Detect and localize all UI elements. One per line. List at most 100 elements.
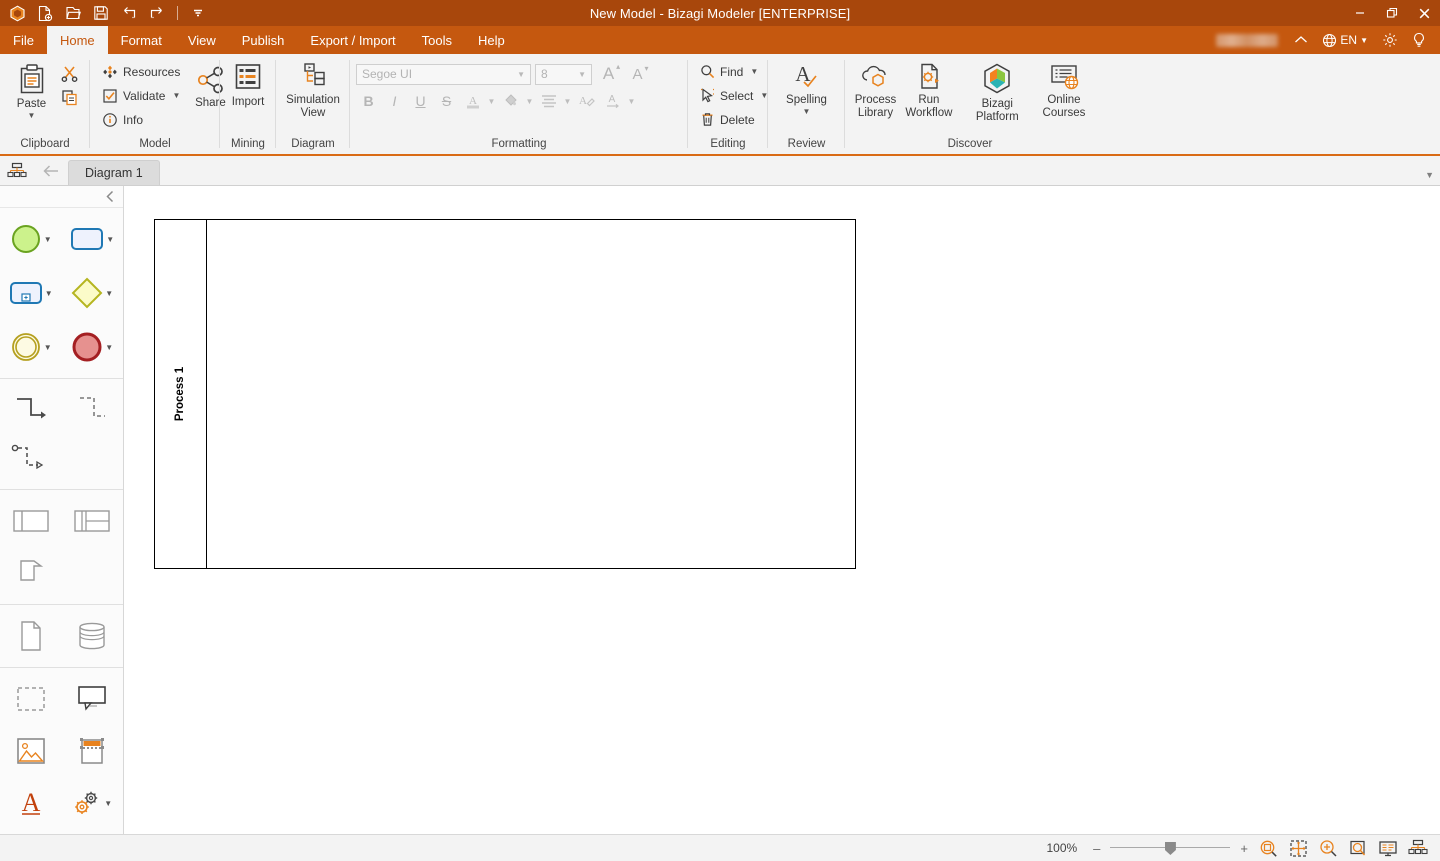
zoom-slider[interactable] [1110, 841, 1230, 855]
spelling-dropdown-caret[interactable]: ▼ [803, 108, 811, 115]
gateway-tool[interactable]: ▼ [63, 270, 121, 316]
font-color-button[interactable]: A [460, 89, 485, 113]
back-button[interactable] [34, 156, 68, 185]
menu-item-export-import[interactable]: Export / Import [297, 26, 408, 54]
undo-icon[interactable] [116, 2, 142, 24]
chevron-down-icon[interactable]: ▼ [105, 343, 113, 352]
tab-overflow-caret[interactable]: ▼ [1425, 170, 1434, 180]
chevron-down-icon[interactable]: ▼ [45, 289, 53, 298]
user-account-badge[interactable] [1216, 34, 1278, 47]
settings-button[interactable] [1376, 28, 1404, 52]
message-flow-tool[interactable] [2, 435, 60, 481]
zoom-in-icon-button[interactable] [1314, 836, 1342, 860]
paste-button[interactable]: Paste ▼ [8, 58, 56, 120]
open-icon[interactable] [60, 2, 86, 24]
data-object-tool[interactable] [2, 613, 60, 659]
diagram-view-button[interactable] [1404, 836, 1432, 860]
fit-to-window-button[interactable] [1284, 836, 1312, 860]
menu-item-file[interactable]: File [0, 26, 47, 54]
strikethrough-button[interactable]: S [434, 89, 459, 113]
find-dropdown-caret[interactable]: ▼ [750, 67, 758, 76]
pool-process-1[interactable]: Process 1 [154, 219, 856, 569]
align-button[interactable] [536, 89, 561, 113]
start-event-tool[interactable]: ▼ [2, 216, 60, 262]
validate-button[interactable]: Validate ▼ [96, 84, 186, 107]
group-tool[interactable] [2, 676, 60, 722]
zoom-out-button[interactable]: – [1089, 841, 1104, 856]
sequence-flow-tool[interactable] [2, 387, 60, 433]
chevron-down-icon[interactable]: ▼ [104, 799, 112, 808]
bizagi-platform-button[interactable]: Bizagi Platform [958, 58, 1037, 125]
validate-dropdown-caret[interactable]: ▼ [172, 91, 180, 100]
delete-button[interactable]: Delete [694, 108, 774, 131]
chevron-down-icon[interactable]: ▼ [105, 289, 113, 298]
header-artifact-tool[interactable] [63, 728, 121, 774]
fill-color-button[interactable] [498, 89, 523, 113]
subprocess-tool[interactable]: ▼ [2, 270, 60, 316]
font-color-caret[interactable]: ▼ [486, 97, 497, 106]
menu-item-format[interactable]: Format [108, 26, 175, 54]
language-selector[interactable]: EN ▼ [1316, 28, 1374, 52]
zoom-to-selection-button[interactable] [1254, 836, 1282, 860]
spelling-button[interactable]: A Spelling ▼ [779, 58, 834, 116]
import-button[interactable]: Import [226, 58, 270, 110]
bizagi-logo-icon[interactable] [4, 2, 30, 24]
text-direction-button[interactable]: A [600, 89, 625, 113]
diagram-canvas[interactable]: Process 1 [124, 186, 1440, 834]
save-icon[interactable] [88, 2, 114, 24]
copy-button[interactable] [56, 86, 83, 109]
close-button[interactable] [1408, 0, 1440, 26]
data-store-tool[interactable] [63, 613, 121, 659]
lane-tool[interactable] [2, 550, 60, 596]
grow-font-button[interactable]: A▴ [596, 62, 621, 86]
new-icon[interactable] [32, 2, 58, 24]
minimize-button[interactable] [1344, 0, 1376, 26]
menu-item-view[interactable]: View [175, 26, 229, 54]
custom-artifacts-tool[interactable]: ▼ [63, 780, 121, 826]
palette-collapse-button[interactable] [0, 186, 123, 208]
document-tab-diagram-1[interactable]: Diagram 1 [68, 160, 160, 185]
zoom-region-button[interactable] [1344, 836, 1372, 860]
zoom-in-button[interactable]: + [1236, 841, 1252, 856]
italic-button[interactable]: I [382, 89, 407, 113]
tips-button[interactable] [1406, 28, 1432, 52]
task-tool[interactable]: ▼ [63, 216, 121, 262]
chevron-down-icon[interactable]: ▼ [106, 235, 114, 244]
fill-color-caret[interactable]: ▼ [524, 97, 535, 106]
lane-milestone-tool[interactable] [63, 498, 121, 544]
clear-format-button[interactable]: A [574, 89, 599, 113]
resources-button[interactable]: Resources [96, 60, 186, 83]
cut-button[interactable] [56, 62, 83, 85]
chevron-down-icon[interactable]: ▼ [44, 343, 52, 352]
bold-button[interactable]: B [356, 89, 381, 113]
intermediate-event-tool[interactable]: ▼ [2, 324, 60, 370]
collapse-ribbon-button[interactable] [1288, 28, 1314, 52]
menu-item-publish[interactable]: Publish [229, 26, 298, 54]
zoom-slider-thumb[interactable] [1165, 842, 1176, 855]
font-size-select[interactable]: 8 ▼ [535, 64, 592, 85]
run-workflow-button[interactable]: Run Workflow [902, 58, 956, 121]
restore-button[interactable] [1376, 0, 1408, 26]
pool-body[interactable] [207, 220, 855, 568]
process-library-button[interactable]: Process Library [851, 58, 900, 121]
find-button[interactable]: Find ▼ [694, 60, 774, 83]
presentation-view-button[interactable] [1374, 836, 1402, 860]
annotation-tool[interactable] [63, 676, 121, 722]
image-tool[interactable] [2, 728, 60, 774]
diagram-view-toggle[interactable] [0, 156, 34, 185]
font-family-select[interactable]: Segoe UI ▼ [356, 64, 531, 85]
pool-header[interactable]: Process 1 [155, 220, 207, 568]
chevron-down-icon[interactable]: ▼ [514, 70, 528, 79]
customize-qat-icon[interactable] [185, 2, 211, 24]
align-caret[interactable]: ▼ [562, 97, 573, 106]
menu-item-tools[interactable]: Tools [409, 26, 465, 54]
text-direction-caret[interactable]: ▼ [626, 97, 637, 106]
menu-item-help[interactable]: Help [465, 26, 518, 54]
text-tool[interactable]: A [2, 780, 60, 826]
online-courses-button[interactable]: Online Courses [1039, 58, 1089, 121]
end-event-tool[interactable]: ▼ [63, 324, 121, 370]
paste-dropdown-caret[interactable]: ▼ [28, 112, 36, 119]
association-tool[interactable] [63, 387, 121, 433]
menu-item-home[interactable]: Home [47, 26, 108, 54]
chevron-down-icon[interactable]: ▼ [44, 235, 52, 244]
